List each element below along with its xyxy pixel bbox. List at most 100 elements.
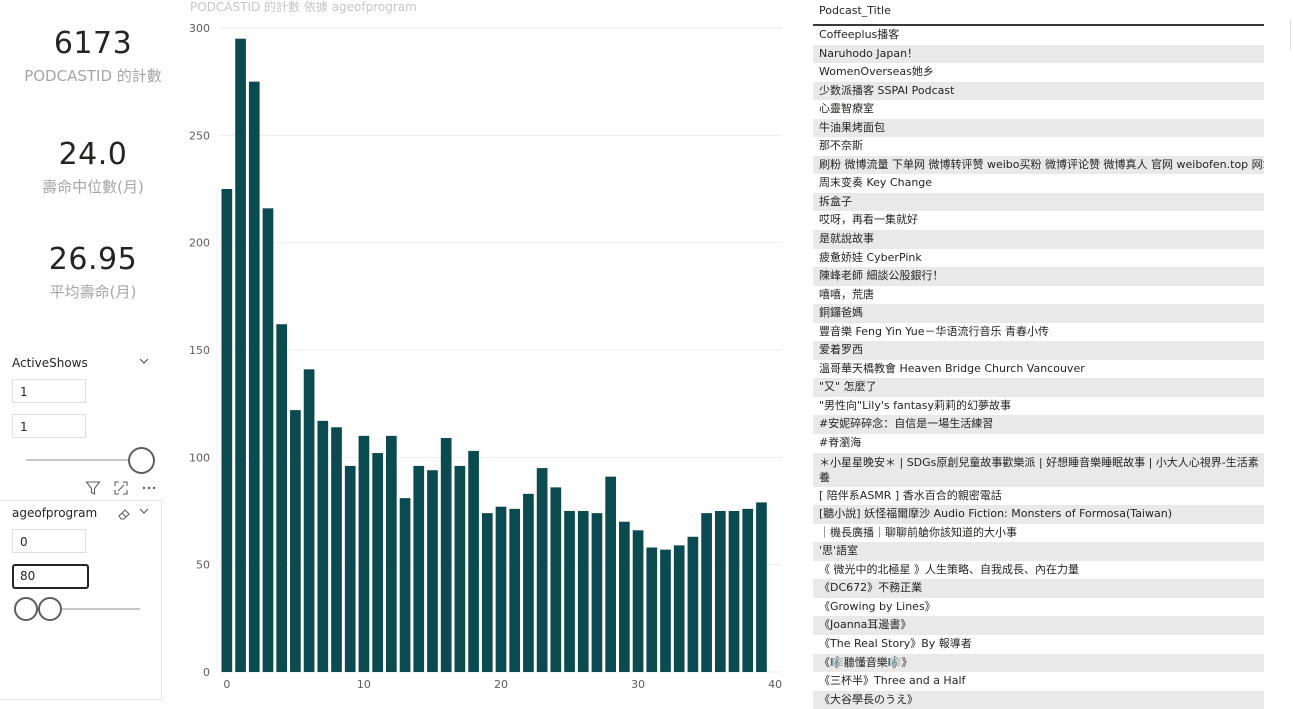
table-row[interactable]: 溫哥華天橋教會 Heaven Bridge Church Vancouver	[813, 360, 1264, 379]
bar-age-13[interactable]	[399, 498, 411, 672]
chevron-down-icon[interactable]	[139, 506, 149, 516]
bar-age-36[interactable]	[714, 511, 726, 672]
table-row[interactable]: 《Joanna耳邊書》	[813, 616, 1264, 635]
table-row[interactable]: 《DC672》不務正業	[813, 579, 1264, 598]
bar-age-28[interactable]	[605, 476, 617, 672]
ageofprogram-min-input[interactable]: 0	[12, 529, 86, 553]
x-tick-label: 30	[631, 678, 645, 691]
table-row[interactable]: 哎呀，再看一集就好	[813, 211, 1264, 230]
bar-age-34[interactable]	[687, 536, 699, 672]
bar-age-14[interactable]	[413, 465, 425, 672]
bar-age-9[interactable]	[344, 465, 356, 672]
chevron-down-icon[interactable]	[139, 356, 149, 366]
y-tick-label: 200	[189, 237, 210, 250]
bar-age-37[interactable]	[728, 511, 740, 672]
ageofprogram-slider-min-handle[interactable]	[14, 597, 38, 621]
more-options-icon[interactable]	[141, 480, 157, 496]
table-row[interactable]: #脊瀏海	[813, 434, 1264, 453]
bar-age-27[interactable]	[591, 513, 603, 672]
eraser-icon[interactable]	[117, 507, 131, 521]
ageofprogram-max-input[interactable]: 80	[12, 564, 89, 589]
bar-age-38[interactable]	[742, 508, 754, 672]
table-row[interactable]: 心靈智療室	[813, 100, 1264, 119]
table-row[interactable]: [聽小說] 妖怪福爾摩沙 Audio Fiction: Monsters of …	[813, 505, 1264, 524]
table-row[interactable]: 《Growing by Lines》	[813, 598, 1264, 617]
bar-age-6[interactable]	[303, 369, 315, 672]
bar-age-32[interactable]	[660, 549, 671, 672]
table-row[interactable]: Coffeeplus播客	[813, 26, 1264, 45]
table-row[interactable]: ｜機長廣播｜聊聊前艙你該知道的大小事	[813, 524, 1264, 543]
bar-age-16[interactable]	[440, 438, 452, 672]
bar-age-25[interactable]	[564, 511, 575, 672]
table-row[interactable]: #安妮碎碎念：自信是一場生活練習	[813, 415, 1264, 435]
bar-age-12[interactable]	[385, 435, 397, 672]
table-row[interactable]: 銅鑼爸媽	[813, 304, 1264, 323]
bar-age-31[interactable]	[646, 547, 658, 672]
bar-age-18[interactable]	[468, 450, 479, 672]
table-row[interactable]: 周末变奏 Key Change	[813, 174, 1264, 193]
bar-age-26[interactable]	[577, 511, 589, 672]
table-row[interactable]: Naruhodo Japan！	[813, 44, 1264, 64]
bar-age-22[interactable]	[523, 493, 534, 672]
table-row[interactable]: '思'語室	[813, 542, 1264, 561]
bar-age-33[interactable]	[673, 545, 685, 672]
table-row[interactable]: "又" 怎麼了	[813, 378, 1264, 397]
bar-age-21[interactable]	[509, 508, 521, 672]
table-row[interactable]: 刷粉 微博流量 下单网 微博转评赞 weibo买粉 微博评论赞 微博真人 官网 …	[813, 155, 1264, 175]
table-row[interactable]: 《 微光中的北極星 》人生策略、自我成長、內在力量	[813, 561, 1264, 580]
table-row[interactable]: 爱着罗西	[813, 341, 1264, 360]
table-body: Coffeeplus播客 Naruhodo Japan！ WomenOverseas…	[813, 26, 1264, 709]
table-row[interactable]: 拆盒子	[813, 192, 1264, 212]
table-row[interactable]: 疲惫娇娃 CyberPink	[813, 249, 1264, 268]
bar-age-1[interactable]	[235, 38, 246, 672]
filter-icon[interactable]	[85, 480, 101, 496]
table-row[interactable]: 牛油果烤面包	[813, 118, 1264, 138]
y-tick-label: 250	[189, 129, 210, 142]
bar-age-11[interactable]	[372, 453, 383, 672]
table-row[interactable]: WomenOverseas她乡	[813, 63, 1264, 82]
kpi-value: 6173	[53, 26, 133, 61]
table-row[interactable]: 陳峰老師 細談公股銀行！	[813, 267, 1264, 286]
bar-age-2[interactable]	[248, 81, 260, 672]
activeshows-slider-handle[interactable]	[128, 447, 155, 474]
activeshows-min-input[interactable]: 1	[12, 379, 86, 403]
table-row[interactable]: 那不奈斯	[813, 137, 1264, 156]
bar-age-20[interactable]	[495, 506, 507, 672]
bar-age-8[interactable]	[331, 427, 342, 672]
kpi-value: 24.0	[58, 137, 128, 172]
bar-age-5[interactable]	[290, 410, 301, 672]
table-row[interactable]: 《大谷學長のうえ》	[813, 690, 1264, 709]
table-row[interactable]: 嘻嘻，荒唐	[813, 286, 1264, 305]
table-row[interactable]: 少数派播客 SSPAI Podcast	[813, 81, 1264, 101]
bar-age-30[interactable]	[632, 530, 644, 672]
table-header[interactable]: Podcast_Title	[813, 0, 1264, 26]
focus-mode-icon[interactable]	[113, 480, 129, 496]
table-row[interactable]: "男性向"Lily's fantasy莉莉的幻夢故事	[813, 397, 1264, 416]
bar-age-15[interactable]	[427, 470, 438, 672]
bar-age-7[interactable]	[317, 420, 329, 672]
bar-age-24[interactable]	[550, 487, 562, 672]
table-row[interactable]: 《🎼聽懂音樂🎼》	[813, 653, 1264, 673]
bar-age-3[interactable]	[262, 208, 274, 672]
age-histogram-chart: 0 50 100 150 200 250 300 0 10 20 30 40	[189, 22, 782, 691]
table-row[interactable]: [ 陪伴系ASMR ] 香水百合的親密電話	[813, 487, 1264, 506]
bar-age-0[interactable]	[221, 189, 233, 672]
bar-age-4[interactable]	[276, 324, 288, 672]
activeshows-max-input[interactable]: 1	[12, 414, 86, 438]
table-row[interactable]: 是就說故事	[813, 230, 1264, 249]
kpi-value: 26.95	[48, 242, 138, 277]
bar-age-29[interactable]	[619, 521, 630, 672]
podcast-title-table: Podcast_Title Coffeeplus播客 Naruhodo Japan…	[813, 0, 1264, 709]
table-row[interactable]: 《The Real Story》By 報導者	[813, 635, 1264, 654]
bar-age-23[interactable]	[536, 468, 548, 672]
bar-age-10[interactable]	[358, 435, 370, 672]
ageofprogram-slider-max-handle[interactable]	[38, 597, 62, 621]
bar-age-19[interactable]	[481, 513, 493, 672]
table-row[interactable]: ＊小星星晚安＊ | SDGs原創兒童故事歡樂派 | 好想睡音樂睡眠故事 | 小大…	[813, 452, 1264, 487]
bar-age-39[interactable]	[756, 502, 767, 672]
table-row[interactable]: 《三杯半》Three and a Half	[813, 672, 1264, 691]
table-row[interactable]: 豐音樂 Feng Yin Yue－华语流行音乐 青春小传	[813, 323, 1264, 342]
activeshows-slider-track[interactable]	[26, 459, 140, 461]
bar-age-35[interactable]	[701, 513, 712, 672]
bar-age-17[interactable]	[454, 465, 466, 672]
